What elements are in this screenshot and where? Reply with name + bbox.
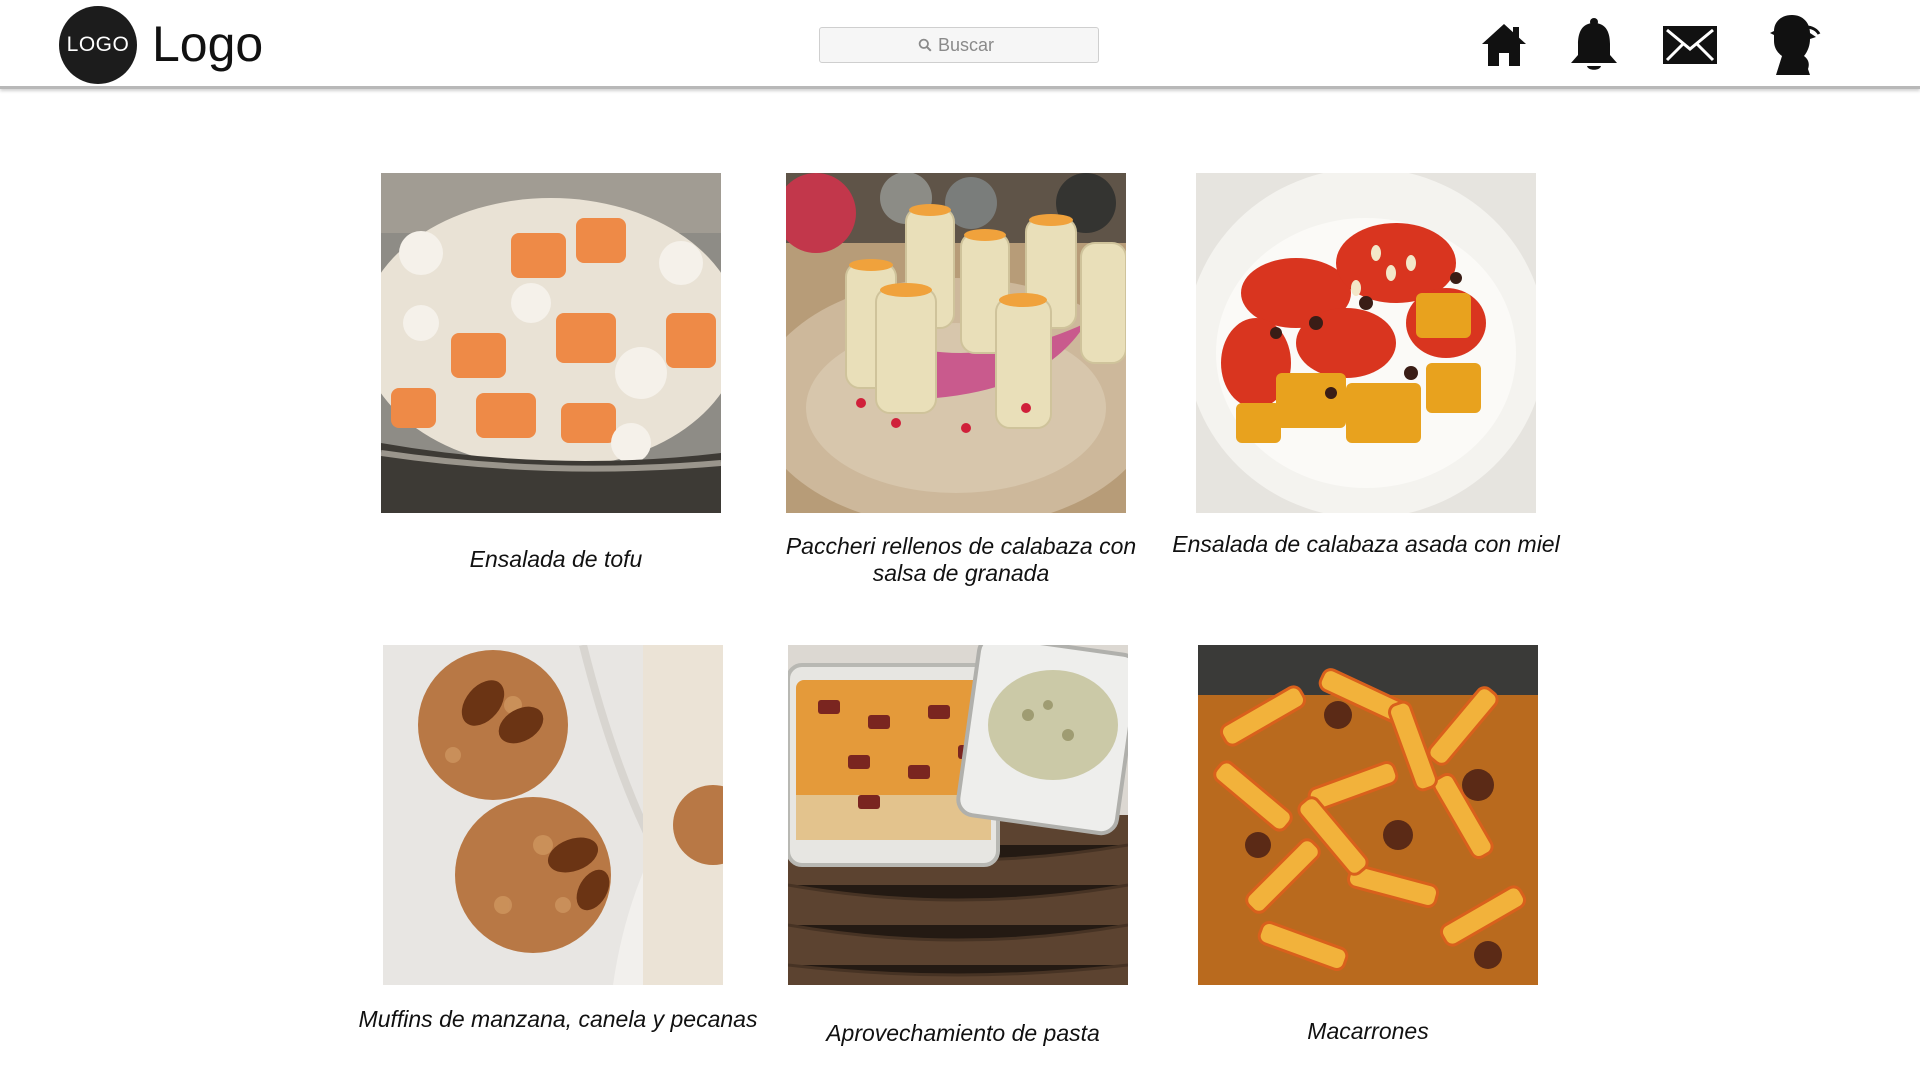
site-logo-text[interactable]: Logo — [152, 15, 263, 73]
logo-badge[interactable]: LOGO — [59, 6, 137, 84]
top-navigation-bar: LOGO Logo — [0, 0, 1920, 89]
recipe-card[interactable] — [1196, 173, 1536, 513]
profile-icon[interactable] — [1760, 14, 1824, 76]
recipe-image-macarrones[interactable] — [1198, 645, 1538, 985]
recipe-title[interactable]: Aprovechamiento de pasta — [763, 1020, 1163, 1047]
recipe-image-calabaza-asada[interactable] — [1196, 173, 1536, 513]
recipe-image-ensalada-de-tofu[interactable] — [381, 173, 721, 513]
recipe-card[interactable] — [788, 645, 1128, 985]
recipe-image-paccheri[interactable] — [786, 173, 1126, 513]
bell-icon[interactable] — [1566, 14, 1622, 76]
recipe-card[interactable] — [381, 173, 721, 513]
recipe-title[interactable]: Muffins de manzana, canela y pecanas — [358, 1006, 758, 1033]
recipe-card[interactable] — [1198, 645, 1538, 985]
search-input[interactable] — [938, 34, 1000, 56]
recipe-title[interactable]: Macarrones — [1168, 1018, 1568, 1045]
recipe-title[interactable]: Ensalada de calabaza asada con miel — [1166, 531, 1566, 558]
recipe-card[interactable] — [786, 173, 1126, 513]
recipe-image-pasta-bake[interactable] — [788, 645, 1128, 985]
recipe-image-muffins[interactable] — [383, 645, 723, 985]
home-icon[interactable] — [1476, 14, 1532, 76]
recipe-card[interactable] — [383, 645, 723, 985]
mail-icon[interactable] — [1660, 14, 1720, 76]
search-icon — [918, 38, 932, 52]
recipe-title[interactable]: Paccheri rellenos de calabaza con salsa … — [761, 533, 1161, 587]
logo-badge-text: LOGO — [66, 33, 130, 56]
recipe-title[interactable]: Ensalada de tofu — [356, 546, 756, 573]
search-box[interactable] — [819, 27, 1099, 63]
